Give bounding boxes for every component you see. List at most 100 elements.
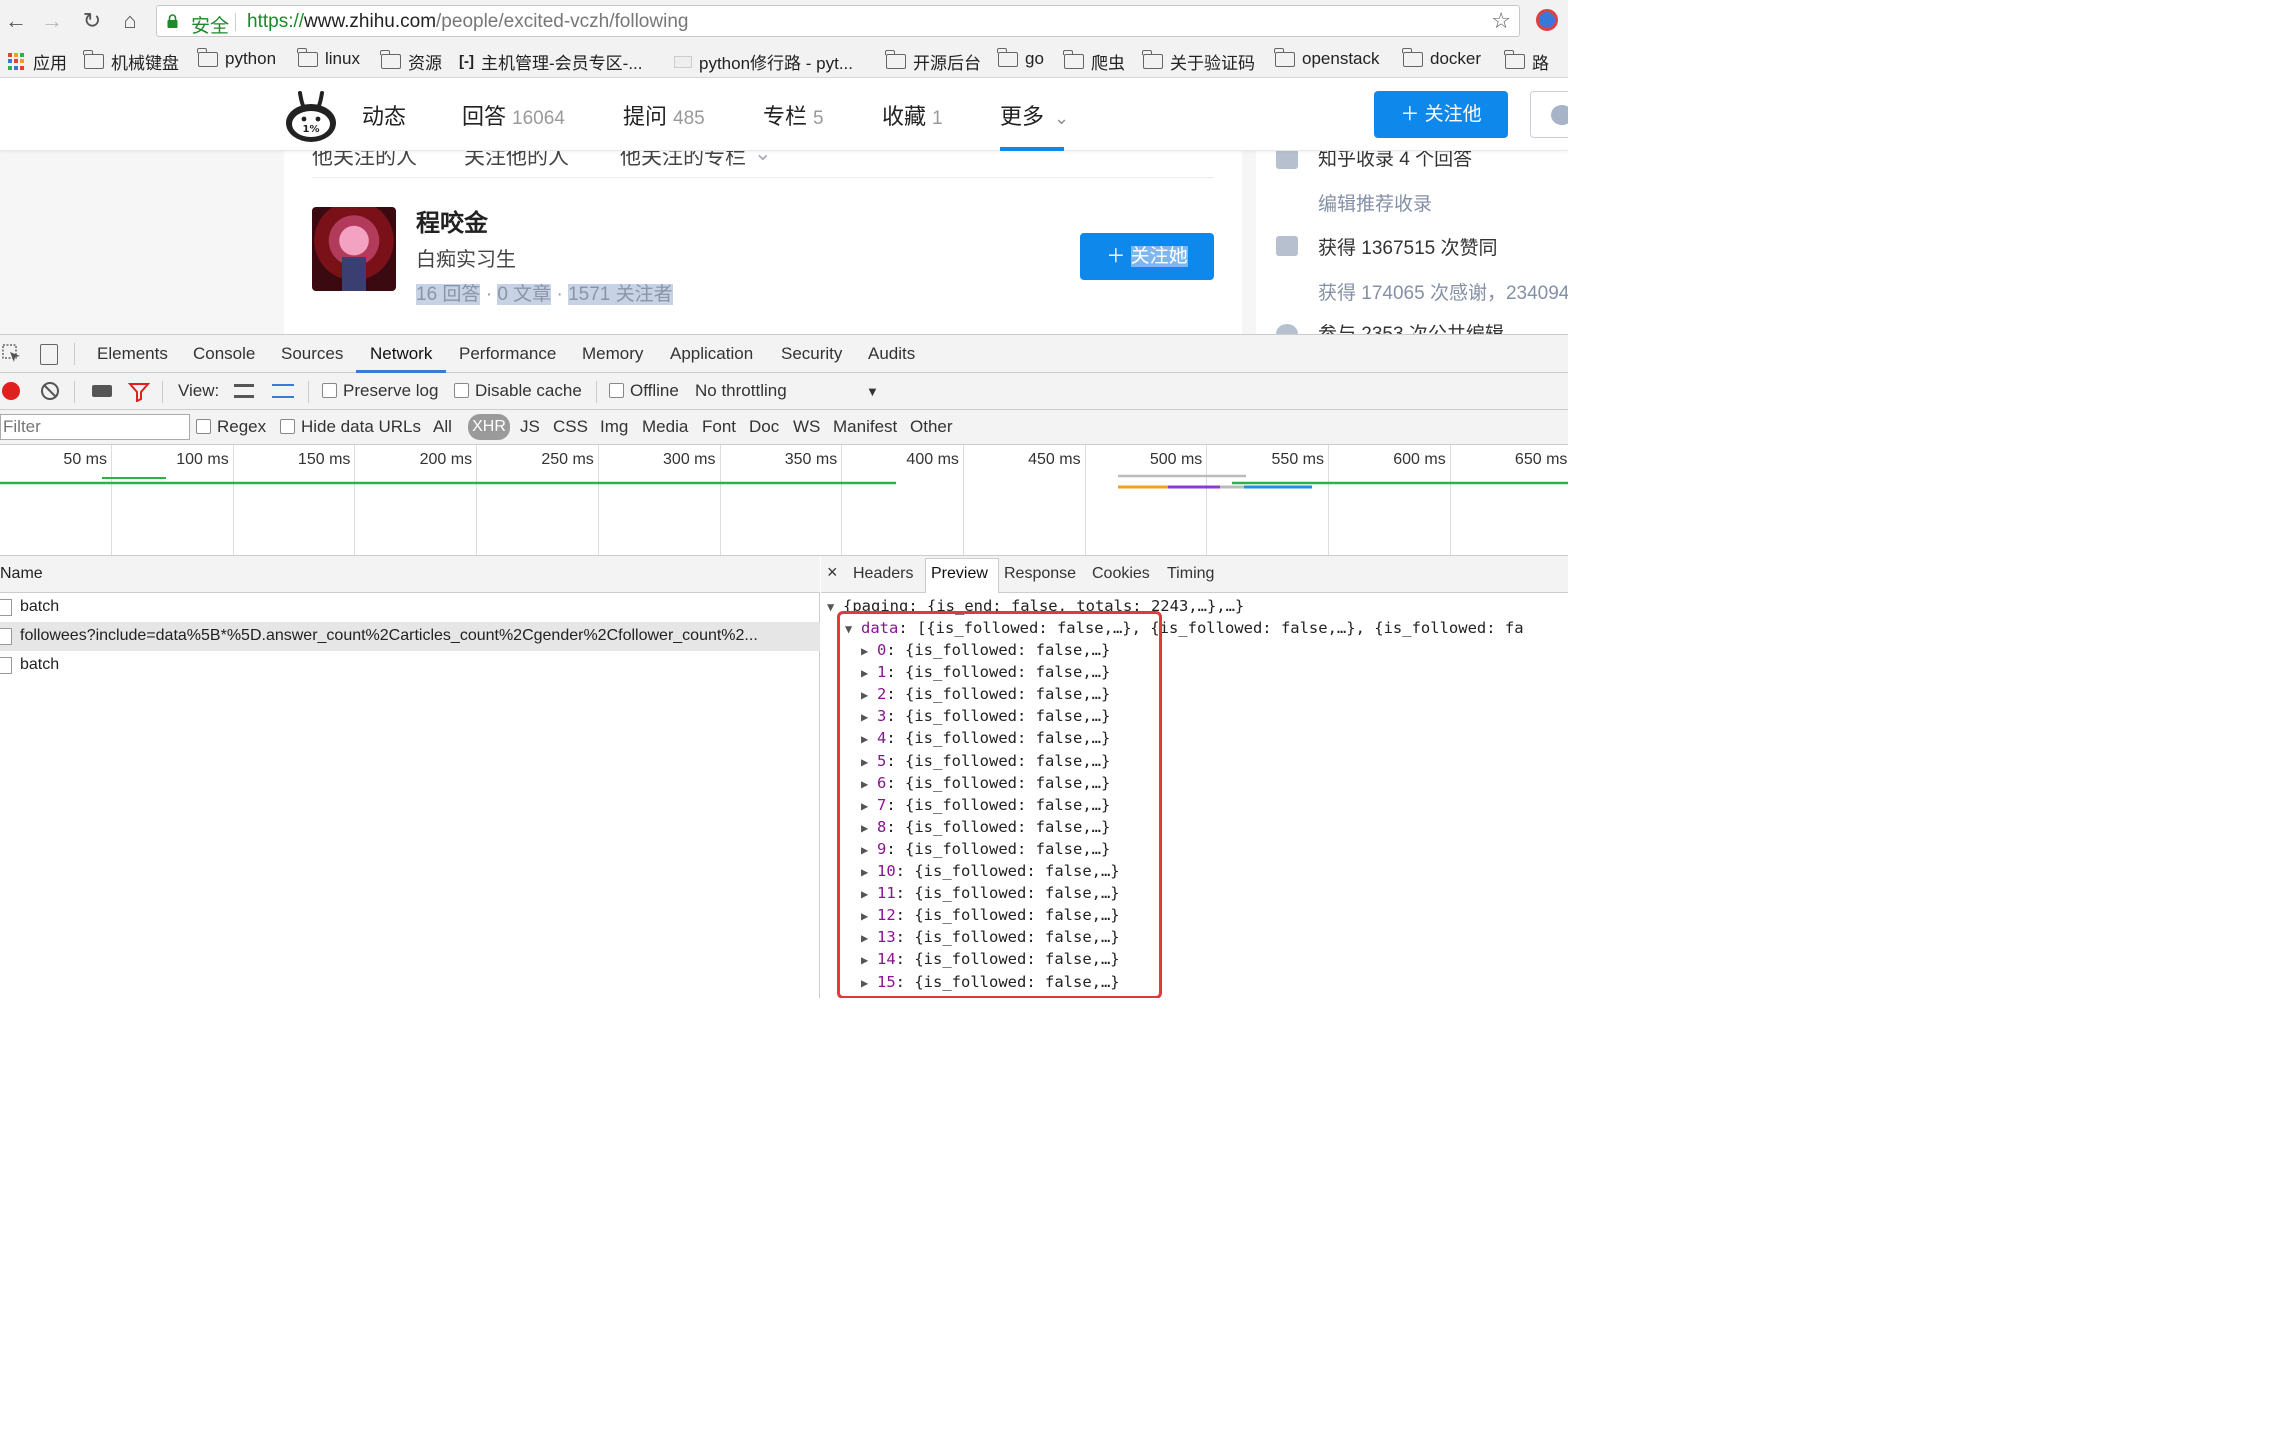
regex-checkbox[interactable]: Regex xyxy=(196,417,266,437)
type-filter-media[interactable]: Media xyxy=(642,417,688,437)
large-rows-icon[interactable] xyxy=(234,384,254,398)
detail-tab-timing[interactable]: Timing xyxy=(1167,565,1214,583)
bookmark-item[interactable]: 资源 xyxy=(380,49,442,74)
disable-cache-checkbox[interactable]: Disable cache xyxy=(454,381,582,401)
folder-icon xyxy=(1063,50,1084,69)
type-filter-ws[interactable]: WS xyxy=(793,417,820,437)
nav-tab[interactable]: 回答 16064 xyxy=(462,99,565,131)
devtools-tab-network[interactable]: Network xyxy=(370,344,432,364)
type-filter-img[interactable]: Img xyxy=(600,417,628,437)
filter-funnel-icon[interactable] xyxy=(128,382,150,402)
record-icon[interactable] xyxy=(2,382,20,400)
bookmark-item[interactable]: [-] 主机管理-会员专区-... xyxy=(459,49,643,74)
hide-data-urls-box[interactable] xyxy=(280,419,295,434)
toolbar-divider xyxy=(596,381,597,403)
forward-arrow-icon[interactable]: → xyxy=(40,9,64,33)
preserve-log-label: Preserve log xyxy=(343,381,439,400)
bookmark-star-icon[interactable]: ☆ xyxy=(1491,8,1511,34)
folder-icon xyxy=(1504,50,1525,69)
user-avatar-logo-icon[interactable]: 1% xyxy=(282,87,340,145)
nav-tab-label: 专栏 xyxy=(763,104,808,129)
detail-tab-headers[interactable]: Headers xyxy=(853,565,913,583)
file-icon xyxy=(0,628,12,645)
back-arrow-icon[interactable]: ← xyxy=(4,9,28,33)
devtools-tab-security[interactable]: Security xyxy=(781,344,842,364)
devtools-tab-elements[interactable]: Elements xyxy=(97,344,168,364)
regex-box[interactable] xyxy=(196,419,211,434)
request-row[interactable]: batch xyxy=(0,593,820,622)
devtools-tab-application[interactable]: Application xyxy=(670,344,753,364)
throttling-dropdown-icon[interactable]: ▼ xyxy=(866,384,879,399)
devtools-tab-memory[interactable]: Memory xyxy=(582,344,643,364)
devtools-tab-audits[interactable]: Audits xyxy=(868,344,915,364)
detail-tab-cookies[interactable]: Cookies xyxy=(1092,565,1150,583)
name-column-header[interactable]: Name xyxy=(0,556,820,593)
bookmark-item[interactable]: 机械键盘 xyxy=(83,49,179,74)
devtools-tab-sources[interactable]: Sources xyxy=(281,344,343,364)
extension-icon[interactable] xyxy=(1536,9,1558,31)
detail-tab-preview[interactable]: Preview xyxy=(931,565,988,583)
bookmark-item[interactable]: python修行路 - pyt... xyxy=(674,49,853,74)
user-avatar[interactable] xyxy=(312,207,396,291)
bookmark-item[interactable]: go xyxy=(997,47,1044,69)
inspect-element-icon[interactable] xyxy=(2,344,22,364)
clear-icon[interactable] xyxy=(41,382,59,400)
network-overview-timeline[interactable]: 50 ms 100 ms 150 ms 200 ms 250 ms 300 ms 350 m… xyxy=(0,445,1568,556)
type-filter-manifest[interactable]: Manifest xyxy=(833,417,897,437)
bookmark-item[interactable]: python xyxy=(197,47,276,69)
hide-data-urls-checkbox[interactable]: Hide data URLs xyxy=(280,417,421,437)
type-filter-doc[interactable]: Doc xyxy=(749,417,779,437)
bookmark-item[interactable]: 爬虫 xyxy=(1063,49,1125,74)
user-articles[interactable]: 0 文章 xyxy=(497,284,552,305)
filter-input[interactable] xyxy=(0,414,190,440)
thumbs-up-icon xyxy=(1276,236,1298,256)
type-filter-all[interactable]: All xyxy=(433,417,452,437)
follow-her-button[interactable]: ＋ 关注她 xyxy=(1080,233,1214,280)
preserve-log-box[interactable] xyxy=(322,383,337,398)
toolbar-divider xyxy=(308,381,309,403)
message-button[interactable] xyxy=(1530,91,1568,138)
user-followers[interactable]: 1571 关注者 xyxy=(568,284,673,305)
waterfall-view-icon[interactable] xyxy=(272,384,294,398)
bookmark-item[interactable]: 路 xyxy=(1504,49,1549,74)
nav-tab[interactable]: 收藏 1 xyxy=(882,99,943,131)
user-answers[interactable]: 16 回答 xyxy=(416,284,481,305)
bookmark-item[interactable]: openstack xyxy=(1274,47,1380,69)
type-filter-js[interactable]: JS xyxy=(520,417,540,437)
bookmark-item[interactable]: 开源后台 xyxy=(885,49,981,74)
type-filter-other[interactable]: Other xyxy=(910,417,953,437)
request-row[interactable]: followees?include=data%5B*%5D.answer_cou… xyxy=(0,622,820,651)
device-toolbar-icon[interactable] xyxy=(40,344,58,365)
regex-label: Regex xyxy=(217,417,267,436)
devtools-tab-performance[interactable]: Performance xyxy=(459,344,556,364)
request-row[interactable]: batch xyxy=(0,651,820,680)
offline-box[interactable] xyxy=(609,383,624,398)
reload-icon[interactable]: ↻ xyxy=(80,9,104,33)
nav-tab[interactable]: 更多 ⌄ xyxy=(1000,99,1069,131)
bookmark-item[interactable]: linux xyxy=(297,47,360,69)
close-icon[interactable]: × xyxy=(827,562,838,583)
nav-tab[interactable]: 专栏 5 xyxy=(763,99,824,131)
type-filter-css[interactable]: CSS xyxy=(553,417,588,437)
preserve-log-checkbox[interactable]: Preserve log xyxy=(322,381,438,401)
throttling-select[interactable]: No throttling xyxy=(695,381,787,401)
bookmark-item[interactable]: docker xyxy=(1402,47,1481,69)
disable-cache-box[interactable] xyxy=(454,383,469,398)
address-bar[interactable]: 安全 https://www.zhihu.com/people/excited-… xyxy=(156,5,1520,37)
url-text[interactable]: https://www.zhihu.com/people/excited-vcz… xyxy=(247,11,688,33)
bookmark-item[interactable]: 关于验证码 xyxy=(1142,49,1255,74)
bookmark-item[interactable]: 应用 xyxy=(8,49,67,74)
bookmark-label: linux xyxy=(325,49,360,68)
home-icon[interactable]: ⌂ xyxy=(118,9,142,33)
screenshot-camera-icon[interactable] xyxy=(92,385,112,397)
detail-tab-response[interactable]: Response xyxy=(1004,565,1076,583)
type-filter-font[interactable]: Font xyxy=(702,417,736,437)
type-filter-xhr[interactable]: XHR xyxy=(468,414,510,440)
nav-tab[interactable]: 动态 xyxy=(362,99,412,131)
nav-tab[interactable]: 提问 485 xyxy=(623,99,705,131)
follow-him-button[interactable]: ＋ 关注他 xyxy=(1374,91,1508,138)
offline-checkbox[interactable]: Offline xyxy=(609,381,679,401)
devtools-tab-console[interactable]: Console xyxy=(193,344,255,364)
user-name[interactable]: 程咬金 xyxy=(416,203,488,238)
edit-collected-link[interactable]: 编辑推荐收录 xyxy=(1318,189,1432,216)
